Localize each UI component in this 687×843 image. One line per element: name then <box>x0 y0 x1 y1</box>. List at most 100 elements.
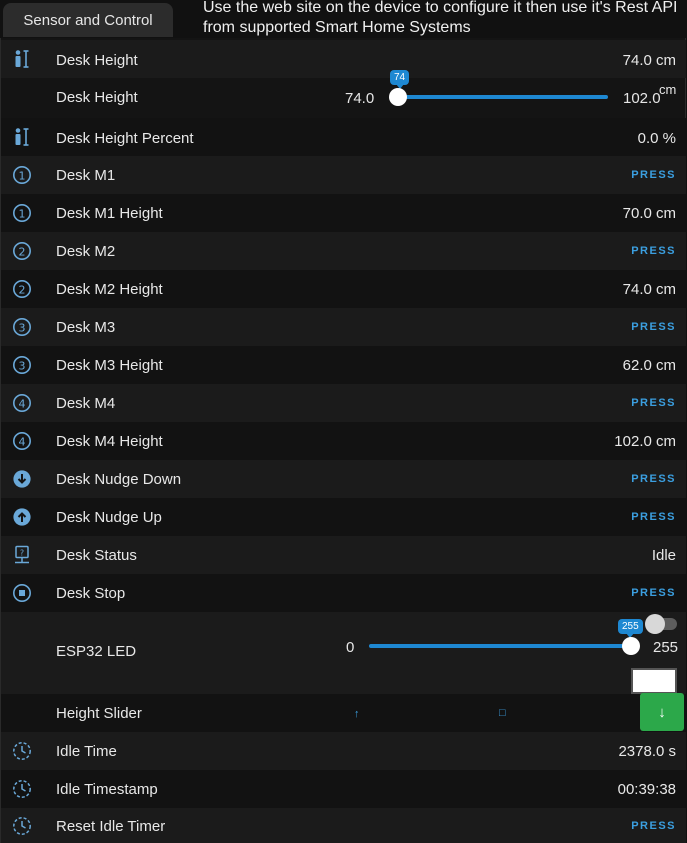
row-label: Desk Nudge Down <box>56 471 182 488</box>
svg-text:4: 4 <box>19 398 26 411</box>
desk-m2-press-button[interactable]: PRESS <box>631 245 676 257</box>
svg-text:3: 3 <box>19 322 26 335</box>
desk-stop-press-button[interactable]: PRESS <box>631 587 676 599</box>
esp32-led-toggle[interactable] <box>645 614 677 634</box>
row-value: Idle <box>651 547 676 564</box>
row-reset-idle-timer: Reset Idle Timer PRESS <box>1 808 686 843</box>
slider-unit: cm <box>659 82 677 97</box>
svg-text:?: ? <box>20 549 24 558</box>
desk-nudge-up-press-button[interactable]: PRESS <box>631 511 676 523</box>
toggle-knob <box>645 614 665 634</box>
esp32-led-color-picker[interactable] <box>631 668 677 694</box>
help-network-icon: ? <box>12 545 32 565</box>
clock-outline-icon <box>12 741 32 761</box>
person-height-icon <box>12 49 32 69</box>
desk-m4-press-button[interactable]: PRESS <box>631 397 676 409</box>
row-value: 102.0 cm <box>614 433 676 450</box>
svg-text:2: 2 <box>19 246 26 259</box>
row-desk-m1-height: 1 Desk M1 Height 70.0 cm <box>1 194 686 232</box>
row-value: 62.0 cm <box>622 357 676 374</box>
circle-1-icon: 1 <box>12 165 32 185</box>
arrow-down-circle-icon <box>12 469 32 489</box>
row-value: 74.0 cm <box>622 52 676 69</box>
row-value: 74.0 cm <box>622 281 676 298</box>
desk-nudge-down-press-button[interactable]: PRESS <box>631 473 676 485</box>
row-label: Reset Idle Timer <box>56 818 166 835</box>
clock-outline-icon <box>12 816 32 836</box>
slider-max: 255 <box>653 639 679 656</box>
row-desk-nudge-down: Desk Nudge Down PRESS <box>1 460 686 498</box>
row-idle-time: Idle Time 2378.0 s <box>1 732 686 770</box>
row-value: 70.0 cm <box>622 205 676 222</box>
row-label: Desk M3 <box>56 319 116 336</box>
row-label: Desk M4 Height <box>56 433 163 450</box>
circle-3-icon: 3 <box>12 355 32 375</box>
row-label: Desk M1 Height <box>56 205 163 222</box>
row-height-slider: Height Slider ↑ □ ↓ <box>1 693 686 732</box>
esp32-led-slider-thumb[interactable] <box>622 637 640 655</box>
instruction-note: Use the web site on the device to config… <box>203 0 678 36</box>
row-idle-timestamp: Idle Timestamp 00:39:38 <box>1 770 686 808</box>
row-label: Idle Timestamp <box>56 781 158 798</box>
row-desk-m2-height: 2 Desk M2 Height 74.0 cm <box>1 270 686 308</box>
person-height-icon <box>12 127 32 147</box>
circle-4-icon: 4 <box>12 431 32 451</box>
slider-min: 74.0 <box>345 90 375 107</box>
row-desk-m1: 1 Desk M1 PRESS <box>1 156 686 194</box>
svg-text:1: 1 <box>19 208 26 221</box>
tab-sensor-and-control[interactable]: Sensor and Control <box>3 3 173 37</box>
row-esp32-led: ESP32 LED 0 255 255 <box>1 612 686 694</box>
circle-2-icon: 2 <box>12 279 32 299</box>
row-desk-height: Desk Height 74.0 cm <box>1 40 686 78</box>
desk-height-slider-thumb[interactable] <box>389 88 407 106</box>
stop-circle-icon <box>12 583 32 603</box>
cover-close-button[interactable]: ↓ <box>640 693 684 731</box>
desk-height-slider-track[interactable] <box>397 95 608 99</box>
row-label: Desk Height <box>56 52 138 69</box>
cover-stop-button[interactable]: □ <box>499 707 506 719</box>
circle-1-icon: 1 <box>12 203 32 223</box>
row-label: Desk Height <box>56 89 138 106</box>
row-value: 00:39:38 <box>617 781 676 798</box>
row-value: 2378.0 s <box>618 743 676 760</box>
circle-2-icon: 2 <box>12 241 32 261</box>
slider-value-bubble: 255 <box>618 619 643 638</box>
arrow-up-circle-icon <box>12 507 32 527</box>
row-desk-height-slider: Desk Height 74.0 74 102.0 cm <box>1 70 686 118</box>
slider-value-bubble: 74 <box>390 70 410 89</box>
slider-max: 102.0 <box>623 90 661 107</box>
reset-idle-timer-press-button[interactable]: PRESS <box>631 820 676 832</box>
circle-4-icon: 4 <box>12 393 32 413</box>
slider-min: 0 <box>346 639 355 656</box>
row-value: 0.0 % <box>637 130 676 147</box>
desk-m3-press-button[interactable]: PRESS <box>631 321 676 333</box>
row-desk-m2: 2 Desk M2 PRESS <box>1 232 686 270</box>
cover-open-button[interactable]: ↑ <box>354 708 360 720</box>
row-desk-nudge-up: Desk Nudge Up PRESS <box>1 498 686 536</box>
row-desk-height-percent: Desk Height Percent 0.0 % <box>1 118 686 156</box>
svg-text:2: 2 <box>19 284 26 297</box>
row-desk-stop: Desk Stop PRESS <box>1 574 686 612</box>
row-desk-m4: 4 Desk M4 PRESS <box>1 384 686 422</box>
svg-text:1: 1 <box>19 170 26 183</box>
row-label: Idle Time <box>56 743 117 760</box>
row-label: Desk M3 Height <box>56 357 163 374</box>
row-desk-status: ? Desk Status Idle <box>1 536 686 574</box>
row-label: Desk Status <box>56 547 137 564</box>
svg-text:4: 4 <box>19 436 26 449</box>
circle-3-icon: 3 <box>12 317 32 337</box>
row-label: Desk Height Percent <box>56 130 194 147</box>
clock-outline-icon <box>12 779 32 799</box>
svg-text:3: 3 <box>19 360 26 373</box>
row-desk-m3: 3 Desk M3 PRESS <box>1 308 686 346</box>
row-label: ESP32 LED <box>56 643 137 660</box>
row-label: Desk M2 <box>56 243 116 260</box>
row-label: Desk M1 <box>56 167 116 184</box>
row-label: Desk M2 Height <box>56 281 163 298</box>
row-desk-m4-height: 4 Desk M4 Height 102.0 cm <box>1 422 686 460</box>
entity-panel: Desk Height 74.0 cm Desk Height 74.0 74 … <box>0 38 686 843</box>
esp32-led-slider-track[interactable] <box>369 644 631 648</box>
desk-m1-press-button[interactable]: PRESS <box>631 169 676 181</box>
row-label: Desk M4 <box>56 395 116 412</box>
row-desk-m3-height: 3 Desk M3 Height 62.0 cm <box>1 346 686 384</box>
